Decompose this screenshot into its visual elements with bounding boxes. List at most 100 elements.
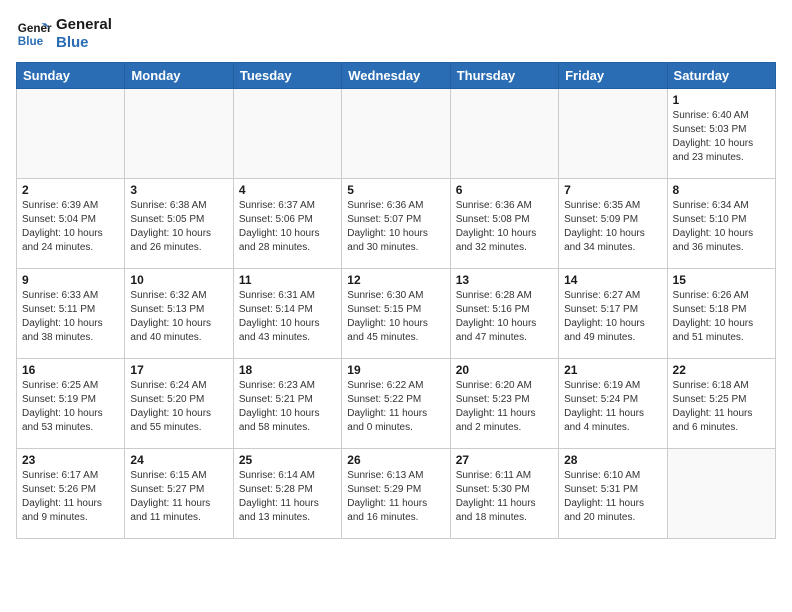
weekday-header-tuesday: Tuesday: [233, 63, 341, 89]
weekday-header-monday: Monday: [125, 63, 233, 89]
calendar-cell: 14 Sunrise: 6:27 AM Sunset: 5:17 PM Dayli…: [559, 269, 667, 359]
calendar-cell: 16 Sunrise: 6:25 AM Sunset: 5:19 PM Dayli…: [17, 359, 125, 449]
day-number: 28: [564, 453, 661, 467]
svg-text:General: General: [18, 22, 52, 35]
calendar-cell: 9Sunrise: 6:33 AM Sunset: 5:11 PM Daylig…: [17, 269, 125, 359]
calendar-cell: 2 Sunrise: 6:39 AM Sunset: 5:04 PM Daylig…: [17, 179, 125, 269]
day-info: Sunrise: 6:35 AM Sunset: 5:09 PM Dayligh…: [564, 199, 661, 255]
calendar-cell: [125, 89, 233, 179]
day-info: Sunrise: 6:31 AM Sunset: 5:14 PM Dayligh…: [239, 289, 336, 345]
weekday-header-friday: Friday: [559, 63, 667, 89]
logo: General Blue General Blue: [16, 16, 112, 52]
calendar-cell: 20 Sunrise: 6:20 AM Sunset: 5:23 PM Dayli…: [450, 359, 558, 449]
day-info: Sunrise: 6:10 AM Sunset: 5:31 PM Dayligh…: [564, 469, 661, 525]
calendar-cell: 4 Sunrise: 6:37 AM Sunset: 5:06 PM Daylig…: [233, 179, 341, 269]
calendar-cell: 3 Sunrise: 6:38 AM Sunset: 5:05 PM Daylig…: [125, 179, 233, 269]
day-info: Sunrise: 6:36 AM Sunset: 5:07 PM Dayligh…: [347, 199, 444, 255]
day-info: Sunrise: 6:26 AM Sunset: 5:18 PM Dayligh…: [673, 289, 770, 345]
calendar-week-4: 16 Sunrise: 6:25 AM Sunset: 5:19 PM Dayli…: [17, 359, 776, 449]
day-number: 7: [564, 183, 661, 197]
day-number: 8: [673, 183, 770, 197]
day-info: Sunrise: 6:23 AM Sunset: 5:21 PM Dayligh…: [239, 379, 336, 435]
calendar-week-5: 23Sunrise: 6:17 AM Sunset: 5:26 PM Dayli…: [17, 449, 776, 539]
calendar-cell: [667, 449, 775, 539]
calendar-cell: 15 Sunrise: 6:26 AM Sunset: 5:18 PM Dayli…: [667, 269, 775, 359]
day-info: Sunrise: 6:17 AM Sunset: 5:26 PM Dayligh…: [22, 469, 119, 525]
day-info: Sunrise: 6:22 AM Sunset: 5:22 PM Dayligh…: [347, 379, 444, 435]
day-number: 14: [564, 273, 661, 287]
day-info: Sunrise: 6:15 AM Sunset: 5:27 PM Dayligh…: [130, 469, 227, 525]
calendar-cell: 25Sunrise: 6:14 AM Sunset: 5:28 PM Dayli…: [233, 449, 341, 539]
calendar-cell: 27Sunrise: 6:11 AM Sunset: 5:30 PM Dayli…: [450, 449, 558, 539]
day-number: 16: [22, 363, 119, 377]
day-number: 26: [347, 453, 444, 467]
calendar-cell: 12 Sunrise: 6:30 AM Sunset: 5:15 PM Dayli…: [342, 269, 450, 359]
day-number: 5: [347, 183, 444, 197]
day-info: Sunrise: 6:20 AM Sunset: 5:23 PM Dayligh…: [456, 379, 553, 435]
day-info: Sunrise: 6:32 AM Sunset: 5:13 PM Dayligh…: [130, 289, 227, 345]
day-info: Sunrise: 6:19 AM Sunset: 5:24 PM Dayligh…: [564, 379, 661, 435]
logo-general: General: [56, 16, 112, 34]
logo-icon: General Blue: [16, 16, 52, 52]
calendar-cell: 7 Sunrise: 6:35 AM Sunset: 5:09 PM Daylig…: [559, 179, 667, 269]
calendar-week-2: 2 Sunrise: 6:39 AM Sunset: 5:04 PM Daylig…: [17, 179, 776, 269]
day-number: 12: [347, 273, 444, 287]
calendar-cell: 13Sunrise: 6:28 AM Sunset: 5:16 PM Dayli…: [450, 269, 558, 359]
day-info: Sunrise: 6:24 AM Sunset: 5:20 PM Dayligh…: [130, 379, 227, 435]
day-info: Sunrise: 6:25 AM Sunset: 5:19 PM Dayligh…: [22, 379, 119, 435]
calendar-cell: 1 Sunrise: 6:40 AM Sunset: 5:03 PM Daylig…: [667, 89, 775, 179]
day-number: 10: [130, 273, 227, 287]
weekday-header-saturday: Saturday: [667, 63, 775, 89]
day-number: 2: [22, 183, 119, 197]
calendar-cell: 26 Sunrise: 6:13 AM Sunset: 5:29 PM Dayli…: [342, 449, 450, 539]
calendar-cell: 8 Sunrise: 6:34 AM Sunset: 5:10 PM Daylig…: [667, 179, 775, 269]
calendar-cell: 11 Sunrise: 6:31 AM Sunset: 5:14 PM Dayli…: [233, 269, 341, 359]
calendar-cell: 10 Sunrise: 6:32 AM Sunset: 5:13 PM Dayli…: [125, 269, 233, 359]
day-number: 4: [239, 183, 336, 197]
calendar-cell: [233, 89, 341, 179]
calendar-cell: 17Sunrise: 6:24 AM Sunset: 5:20 PM Dayli…: [125, 359, 233, 449]
day-info: Sunrise: 6:30 AM Sunset: 5:15 PM Dayligh…: [347, 289, 444, 345]
day-number: 11: [239, 273, 336, 287]
day-number: 13: [456, 273, 553, 287]
calendar-cell: [17, 89, 125, 179]
day-number: 18: [239, 363, 336, 377]
day-info: Sunrise: 6:18 AM Sunset: 5:25 PM Dayligh…: [673, 379, 770, 435]
day-number: 6: [456, 183, 553, 197]
day-number: 3: [130, 183, 227, 197]
day-info: Sunrise: 6:39 AM Sunset: 5:04 PM Dayligh…: [22, 199, 119, 255]
day-info: Sunrise: 6:38 AM Sunset: 5:05 PM Dayligh…: [130, 199, 227, 255]
day-info: Sunrise: 6:34 AM Sunset: 5:10 PM Dayligh…: [673, 199, 770, 255]
day-info: Sunrise: 6:37 AM Sunset: 5:06 PM Dayligh…: [239, 199, 336, 255]
calendar-table: SundayMondayTuesdayWednesdayThursdayFrid…: [16, 62, 776, 539]
svg-text:Blue: Blue: [18, 35, 44, 48]
calendar-cell: 19 Sunrise: 6:22 AM Sunset: 5:22 PM Dayli…: [342, 359, 450, 449]
day-number: 25: [239, 453, 336, 467]
day-number: 24: [130, 453, 227, 467]
day-number: 19: [347, 363, 444, 377]
day-number: 21: [564, 363, 661, 377]
day-info: Sunrise: 6:13 AM Sunset: 5:29 PM Dayligh…: [347, 469, 444, 525]
weekday-header-thursday: Thursday: [450, 63, 558, 89]
day-number: 22: [673, 363, 770, 377]
calendar-cell: 6Sunrise: 6:36 AM Sunset: 5:08 PM Daylig…: [450, 179, 558, 269]
day-info: Sunrise: 6:40 AM Sunset: 5:03 PM Dayligh…: [673, 109, 770, 165]
day-number: 15: [673, 273, 770, 287]
calendar-cell: 23Sunrise: 6:17 AM Sunset: 5:26 PM Dayli…: [17, 449, 125, 539]
calendar-cell: [559, 89, 667, 179]
day-number: 1: [673, 93, 770, 107]
day-info: Sunrise: 6:11 AM Sunset: 5:30 PM Dayligh…: [456, 469, 553, 525]
calendar-week-3: 9Sunrise: 6:33 AM Sunset: 5:11 PM Daylig…: [17, 269, 776, 359]
weekday-header-wednesday: Wednesday: [342, 63, 450, 89]
day-number: 20: [456, 363, 553, 377]
logo-blue: Blue: [56, 34, 112, 52]
page-header: General Blue General Blue: [16, 16, 776, 52]
calendar-cell: 5 Sunrise: 6:36 AM Sunset: 5:07 PM Daylig…: [342, 179, 450, 269]
calendar-week-1: 1 Sunrise: 6:40 AM Sunset: 5:03 PM Daylig…: [17, 89, 776, 179]
day-info: Sunrise: 6:27 AM Sunset: 5:17 PM Dayligh…: [564, 289, 661, 345]
weekday-header-sunday: Sunday: [17, 63, 125, 89]
calendar-cell: 18 Sunrise: 6:23 AM Sunset: 5:21 PM Dayli…: [233, 359, 341, 449]
calendar-cell: 28 Sunrise: 6:10 AM Sunset: 5:31 PM Dayli…: [559, 449, 667, 539]
calendar-cell: 21 Sunrise: 6:19 AM Sunset: 5:24 PM Dayli…: [559, 359, 667, 449]
day-info: Sunrise: 6:33 AM Sunset: 5:11 PM Dayligh…: [22, 289, 119, 345]
